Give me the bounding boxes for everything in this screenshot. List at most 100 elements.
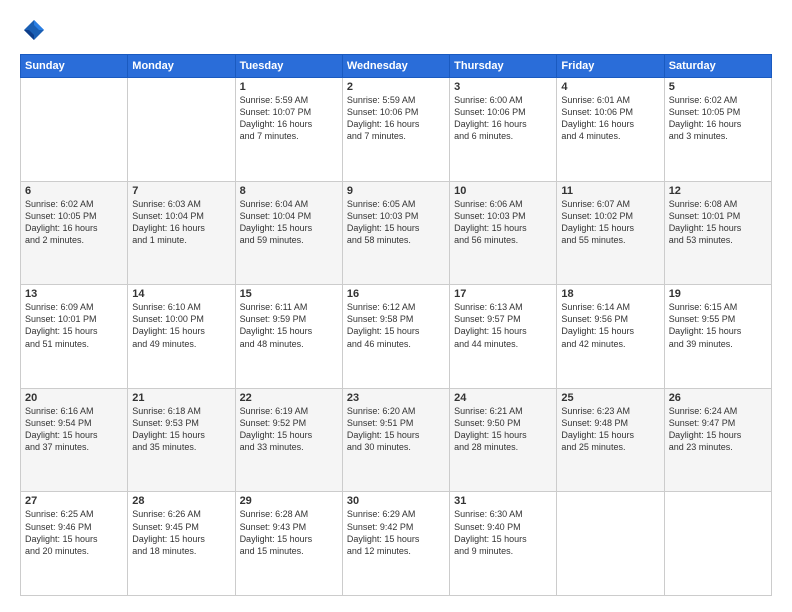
day-number: 16: [347, 288, 445, 300]
day-number: 20: [25, 392, 123, 404]
calendar-cell: 14Sunrise: 6:10 AM Sunset: 10:00 PM Dayl…: [128, 285, 235, 389]
cell-details: Sunrise: 6:30 AM Sunset: 9:40 PM Dayligh…: [454, 508, 552, 557]
cell-details: Sunrise: 6:00 AM Sunset: 10:06 PM Daylig…: [454, 94, 552, 143]
day-number: 5: [669, 81, 767, 93]
calendar-cell: 6Sunrise: 6:02 AM Sunset: 10:05 PM Dayli…: [21, 181, 128, 285]
cell-details: Sunrise: 6:02 AM Sunset: 10:05 PM Daylig…: [25, 198, 123, 247]
calendar-cell: 23Sunrise: 6:20 AM Sunset: 9:51 PM Dayli…: [342, 388, 449, 492]
cell-details: Sunrise: 6:03 AM Sunset: 10:04 PM Daylig…: [132, 198, 230, 247]
calendar-cell: 16Sunrise: 6:12 AM Sunset: 9:58 PM Dayli…: [342, 285, 449, 389]
cell-details: Sunrise: 5:59 AM Sunset: 10:06 PM Daylig…: [347, 94, 445, 143]
calendar-cell: 22Sunrise: 6:19 AM Sunset: 9:52 PM Dayli…: [235, 388, 342, 492]
day-number: 11: [561, 185, 659, 197]
calendar-cell: 30Sunrise: 6:29 AM Sunset: 9:42 PM Dayli…: [342, 492, 449, 596]
calendar-cell: [21, 78, 128, 182]
cell-details: Sunrise: 6:26 AM Sunset: 9:45 PM Dayligh…: [132, 508, 230, 557]
calendar-cell: 1Sunrise: 5:59 AM Sunset: 10:07 PM Dayli…: [235, 78, 342, 182]
calendar-cell: 11Sunrise: 6:07 AM Sunset: 10:02 PM Dayl…: [557, 181, 664, 285]
calendar-cell: 4Sunrise: 6:01 AM Sunset: 10:06 PM Dayli…: [557, 78, 664, 182]
cell-details: Sunrise: 5:59 AM Sunset: 10:07 PM Daylig…: [240, 94, 338, 143]
calendar-table: SundayMondayTuesdayWednesdayThursdayFrid…: [20, 54, 772, 596]
calendar-cell: 29Sunrise: 6:28 AM Sunset: 9:43 PM Dayli…: [235, 492, 342, 596]
cell-details: Sunrise: 6:24 AM Sunset: 9:47 PM Dayligh…: [669, 405, 767, 454]
day-number: 6: [25, 185, 123, 197]
week-row-1: 1Sunrise: 5:59 AM Sunset: 10:07 PM Dayli…: [21, 78, 772, 182]
cell-details: Sunrise: 6:23 AM Sunset: 9:48 PM Dayligh…: [561, 405, 659, 454]
calendar-cell: 17Sunrise: 6:13 AM Sunset: 9:57 PM Dayli…: [450, 285, 557, 389]
day-number: 30: [347, 495, 445, 507]
calendar-cell: 15Sunrise: 6:11 AM Sunset: 9:59 PM Dayli…: [235, 285, 342, 389]
logo: [20, 16, 52, 44]
weekday-header-saturday: Saturday: [664, 55, 771, 78]
day-number: 24: [454, 392, 552, 404]
day-number: 14: [132, 288, 230, 300]
calendar-cell: 9Sunrise: 6:05 AM Sunset: 10:03 PM Dayli…: [342, 181, 449, 285]
cell-details: Sunrise: 6:25 AM Sunset: 9:46 PM Dayligh…: [25, 508, 123, 557]
calendar-cell: 25Sunrise: 6:23 AM Sunset: 9:48 PM Dayli…: [557, 388, 664, 492]
calendar-cell: 5Sunrise: 6:02 AM Sunset: 10:05 PM Dayli…: [664, 78, 771, 182]
day-number: 28: [132, 495, 230, 507]
cell-details: Sunrise: 6:07 AM Sunset: 10:02 PM Daylig…: [561, 198, 659, 247]
day-number: 1: [240, 81, 338, 93]
day-number: 22: [240, 392, 338, 404]
weekday-header-tuesday: Tuesday: [235, 55, 342, 78]
day-number: 17: [454, 288, 552, 300]
calendar-cell: [128, 78, 235, 182]
calendar-cell: 31Sunrise: 6:30 AM Sunset: 9:40 PM Dayli…: [450, 492, 557, 596]
calendar-cell: 27Sunrise: 6:25 AM Sunset: 9:46 PM Dayli…: [21, 492, 128, 596]
calendar-cell: 7Sunrise: 6:03 AM Sunset: 10:04 PM Dayli…: [128, 181, 235, 285]
calendar-cell: 20Sunrise: 6:16 AM Sunset: 9:54 PM Dayli…: [21, 388, 128, 492]
cell-details: Sunrise: 6:11 AM Sunset: 9:59 PM Dayligh…: [240, 301, 338, 350]
cell-details: Sunrise: 6:02 AM Sunset: 10:05 PM Daylig…: [669, 94, 767, 143]
header: [20, 16, 772, 44]
week-row-4: 20Sunrise: 6:16 AM Sunset: 9:54 PM Dayli…: [21, 388, 772, 492]
day-number: 15: [240, 288, 338, 300]
cell-details: Sunrise: 6:12 AM Sunset: 9:58 PM Dayligh…: [347, 301, 445, 350]
cell-details: Sunrise: 6:08 AM Sunset: 10:01 PM Daylig…: [669, 198, 767, 247]
cell-details: Sunrise: 6:14 AM Sunset: 9:56 PM Dayligh…: [561, 301, 659, 350]
week-row-5: 27Sunrise: 6:25 AM Sunset: 9:46 PM Dayli…: [21, 492, 772, 596]
calendar-cell: 19Sunrise: 6:15 AM Sunset: 9:55 PM Dayli…: [664, 285, 771, 389]
day-number: 25: [561, 392, 659, 404]
day-number: 23: [347, 392, 445, 404]
cell-details: Sunrise: 6:06 AM Sunset: 10:03 PM Daylig…: [454, 198, 552, 247]
day-number: 9: [347, 185, 445, 197]
day-number: 21: [132, 392, 230, 404]
weekday-header-monday: Monday: [128, 55, 235, 78]
cell-details: Sunrise: 6:20 AM Sunset: 9:51 PM Dayligh…: [347, 405, 445, 454]
day-number: 29: [240, 495, 338, 507]
day-number: 12: [669, 185, 767, 197]
weekday-header-sunday: Sunday: [21, 55, 128, 78]
day-number: 31: [454, 495, 552, 507]
weekday-header-row: SundayMondayTuesdayWednesdayThursdayFrid…: [21, 55, 772, 78]
logo-icon: [20, 16, 48, 44]
calendar-cell: 8Sunrise: 6:04 AM Sunset: 10:04 PM Dayli…: [235, 181, 342, 285]
cell-details: Sunrise: 6:15 AM Sunset: 9:55 PM Dayligh…: [669, 301, 767, 350]
cell-details: Sunrise: 6:29 AM Sunset: 9:42 PM Dayligh…: [347, 508, 445, 557]
calendar-cell: 26Sunrise: 6:24 AM Sunset: 9:47 PM Dayli…: [664, 388, 771, 492]
cell-details: Sunrise: 6:28 AM Sunset: 9:43 PM Dayligh…: [240, 508, 338, 557]
day-number: 7: [132, 185, 230, 197]
week-row-3: 13Sunrise: 6:09 AM Sunset: 10:01 PM Dayl…: [21, 285, 772, 389]
day-number: 4: [561, 81, 659, 93]
calendar-cell: 24Sunrise: 6:21 AM Sunset: 9:50 PM Dayli…: [450, 388, 557, 492]
day-number: 26: [669, 392, 767, 404]
cell-details: Sunrise: 6:09 AM Sunset: 10:01 PM Daylig…: [25, 301, 123, 350]
day-number: 2: [347, 81, 445, 93]
weekday-header-wednesday: Wednesday: [342, 55, 449, 78]
cell-details: Sunrise: 6:18 AM Sunset: 9:53 PM Dayligh…: [132, 405, 230, 454]
calendar-cell: 18Sunrise: 6:14 AM Sunset: 9:56 PM Dayli…: [557, 285, 664, 389]
cell-details: Sunrise: 6:16 AM Sunset: 9:54 PM Dayligh…: [25, 405, 123, 454]
calendar-cell: 3Sunrise: 6:00 AM Sunset: 10:06 PM Dayli…: [450, 78, 557, 182]
calendar-cell: [557, 492, 664, 596]
cell-details: Sunrise: 6:19 AM Sunset: 9:52 PM Dayligh…: [240, 405, 338, 454]
week-row-2: 6Sunrise: 6:02 AM Sunset: 10:05 PM Dayli…: [21, 181, 772, 285]
day-number: 18: [561, 288, 659, 300]
cell-details: Sunrise: 6:21 AM Sunset: 9:50 PM Dayligh…: [454, 405, 552, 454]
day-number: 19: [669, 288, 767, 300]
weekday-header-thursday: Thursday: [450, 55, 557, 78]
day-number: 27: [25, 495, 123, 507]
day-number: 13: [25, 288, 123, 300]
calendar-cell: 10Sunrise: 6:06 AM Sunset: 10:03 PM Dayl…: [450, 181, 557, 285]
day-number: 3: [454, 81, 552, 93]
